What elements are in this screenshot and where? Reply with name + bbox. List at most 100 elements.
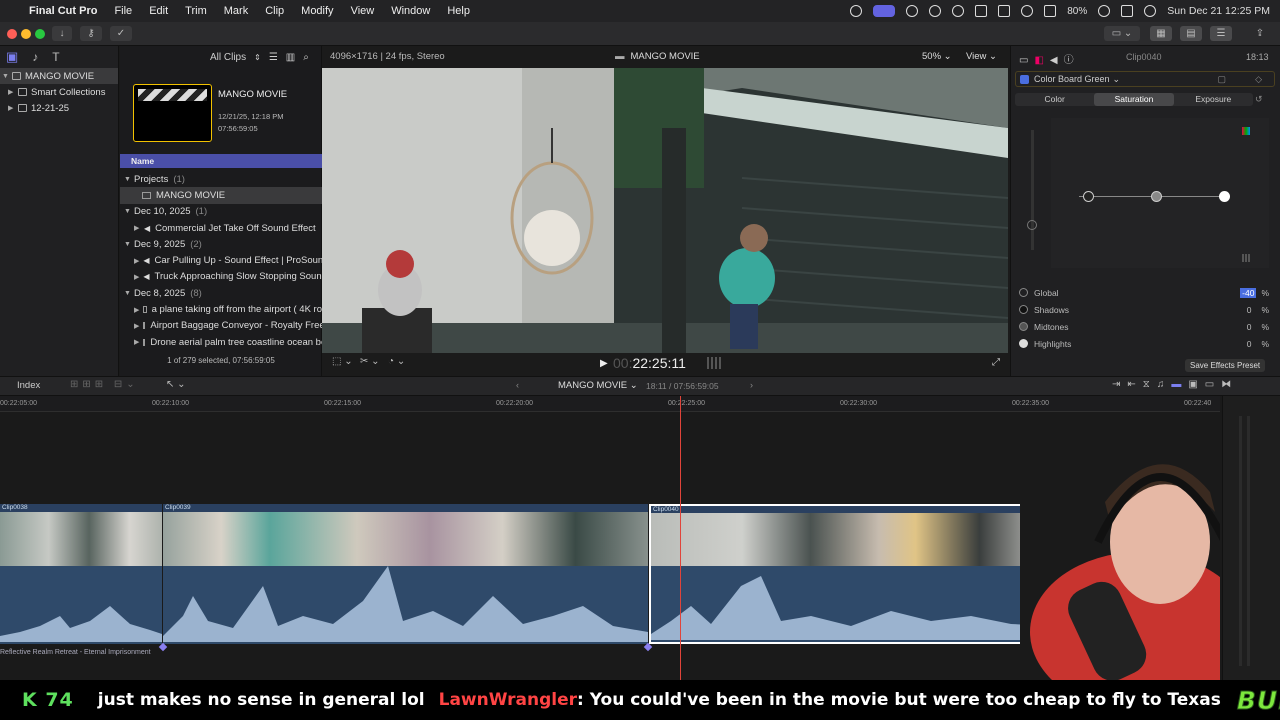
disclosure-closed-icon[interactable]: ▶ (134, 338, 139, 346)
disclosure-closed-icon[interactable]: ▶ (134, 273, 139, 281)
disclosure-open-icon[interactable]: ▼ (2, 73, 9, 80)
zoom-menu[interactable]: 50% ⌄ (922, 51, 952, 62)
index-button[interactable]: Index (17, 380, 40, 391)
midtones-value-field[interactable]: 0 (1247, 322, 1252, 332)
clip-filter-menu[interactable]: All Clips (210, 52, 246, 63)
back-arrow-icon[interactable]: ‹ (516, 380, 519, 390)
list-item[interactable]: ▶ ◀ Truck Approaching Slow Stopping Soun… (120, 269, 322, 285)
audio-clip-label[interactable]: Reflective Realm Retreat - Eternal Impri… (0, 649, 151, 656)
zoom-window-button[interactable] (35, 29, 45, 39)
group-dec-9[interactable]: ▼ Dec 9, 2025 (2) (120, 236, 322, 252)
disclosure-closed-icon[interactable]: ▶ (134, 306, 139, 314)
list-item[interactable]: ▶ Drone aerial palm tree coastline ocean… (120, 334, 322, 350)
disclosure-open-icon[interactable]: ▼ (124, 241, 131, 248)
libraries-icon[interactable]: ▣ (6, 49, 18, 65)
select-tool-icon[interactable]: ↖ ⌄ (166, 379, 186, 390)
share-icon[interactable]: ⇪ (1250, 26, 1270, 41)
menu-app-name[interactable]: Final Cut Pro (29, 5, 97, 17)
show-timeline-icon[interactable]: ▤ (1180, 26, 1202, 41)
tab-color[interactable]: Color (1015, 93, 1094, 106)
audio-skimming-icon[interactable]: ♫ (1157, 379, 1172, 390)
control-center-icon[interactable] (1121, 5, 1134, 17)
disclosure-open-icon[interactable]: ▼ (124, 208, 131, 215)
clip-appearance-icon[interactable]: ▣ (1188, 379, 1204, 390)
creative-cloud-icon[interactable] (906, 5, 919, 17)
enhance-tool-icon[interactable]: ✂ ⌄ (360, 356, 380, 367)
forward-arrow-icon[interactable]: › (750, 380, 753, 390)
sidebar-item-smart-collections[interactable]: ▶ Smart Collections (0, 84, 118, 100)
menu-view[interactable]: View (351, 5, 375, 17)
timeline-ruler[interactable]: 00:22:05:00 00:22:10:00 00:22:15:00 00:2… (0, 396, 1220, 412)
close-window-button[interactable] (7, 29, 17, 39)
effects-browser-icon[interactable]: ▭ (1205, 379, 1221, 390)
transform-tool-icon[interactable]: ⬚ ⌄ (332, 356, 353, 367)
midtones-puck[interactable] (1151, 191, 1162, 202)
menu-file[interactable]: File (114, 5, 132, 17)
filmstrip-icon[interactable]: ▥ (286, 52, 295, 63)
shadows-puck[interactable] (1083, 191, 1094, 202)
tab-exposure[interactable]: Exposure (1174, 93, 1253, 106)
list-item[interactable]: ▶ ◀ Commercial Jet Take Off Sound Effect (120, 220, 322, 236)
background-tasks-icon[interactable]: ✓ (110, 26, 132, 41)
bluetooth-icon[interactable] (1021, 5, 1034, 17)
list-item[interactable]: ▶ Airport Baggage Conveyor - Royalty Fre… (120, 318, 322, 334)
screen-record-icon[interactable] (850, 5, 863, 17)
menu-edit[interactable]: Edit (149, 5, 168, 17)
photos-audio-icon[interactable]: ♪ (32, 50, 38, 64)
view-options-menu[interactable]: View ⌄ (966, 51, 997, 62)
spotlight-search-icon[interactable] (1098, 5, 1111, 17)
play-button[interactable]: ▶ (600, 358, 608, 369)
list-item[interactable]: ▶ ◀ Car Pulling Up - Sound Effect | ProS… (120, 252, 322, 268)
disclosure-open-icon[interactable]: ▼ (124, 176, 131, 183)
search-icon[interactable]: ⌕ (303, 52, 309, 63)
fullscreen-icon[interactable]: ⤢ (992, 357, 1000, 368)
play-status-icon[interactable] (952, 5, 965, 17)
filter-chevron-icon[interactable]: ⇕ (254, 53, 261, 62)
volume-icon[interactable] (975, 5, 988, 17)
color-inspector-icon[interactable]: ◧ (1034, 55, 1049, 66)
save-effects-preset-button[interactable]: Save Effects Preset (1185, 359, 1266, 372)
import-icon[interactable]: ↓ (52, 26, 72, 41)
video-inspector-icon[interactable]: ▭ (1019, 55, 1034, 66)
clip-appearance-icon[interactable]: ☰ (269, 52, 278, 63)
audio-inspector-icon[interactable]: ◀ (1050, 55, 1064, 66)
info-inspector-icon[interactable]: ⓘ (1064, 55, 1080, 66)
wifi-icon[interactable] (1044, 5, 1057, 17)
menu-clip[interactable]: Clip (265, 5, 284, 17)
titles-generators-icon[interactable]: T (52, 50, 59, 64)
keyword-icon[interactable]: ⚷ (80, 26, 102, 41)
menu-modify[interactable]: Modify (301, 5, 333, 17)
disclosure-closed-icon[interactable]: ▶ (134, 224, 140, 232)
globe-icon[interactable] (929, 5, 942, 17)
zoom-icon[interactable]: ⇤ (1127, 379, 1142, 390)
disclosure-open-icon[interactable]: ▼ (124, 290, 131, 297)
highlights-puck[interactable] (1219, 191, 1230, 202)
retime-tool-icon[interactable]: ◔ ⌄ (388, 356, 405, 367)
menu-mark[interactable]: Mark (224, 5, 248, 17)
reset-icon[interactable]: ↺ (1255, 94, 1263, 105)
global-value-field[interactable]: -40 (1240, 287, 1257, 298)
timeline-project-menu[interactable]: MANGO MOVIE ⌄ (558, 380, 638, 391)
keyframe-icon[interactable]: ◇ (1255, 74, 1262, 85)
menu-help[interactable]: Help (447, 5, 470, 17)
tab-saturation[interactable]: Saturation (1094, 93, 1174, 106)
menu-trim[interactable]: Trim (185, 5, 207, 17)
solo-icon[interactable]: ▬ (1171, 379, 1188, 390)
show-browser-icon[interactable]: ▦ (1150, 26, 1172, 41)
playhead[interactable] (680, 396, 681, 680)
group-dec-10[interactable]: ▼ Dec 10, 2025 (1) (120, 204, 322, 220)
menu-clock[interactable]: Sun Dec 21 12:25 PM (1167, 5, 1270, 17)
show-inspector-icon[interactable]: ☰ (1210, 26, 1232, 41)
effect-enabled-checkbox[interactable] (1020, 74, 1029, 84)
siri-icon[interactable] (1144, 5, 1157, 17)
workspace-menu-icon[interactable]: ▭ ⌄ (1104, 26, 1140, 41)
disclosure-closed-icon[interactable]: ▶ (134, 322, 139, 330)
global-slider-puck[interactable] (1027, 220, 1037, 230)
highlights-value-field[interactable]: 0 (1247, 339, 1252, 349)
column-header-name[interactable]: Name (120, 154, 322, 168)
global-saturation-slider[interactable] (1031, 130, 1034, 250)
saturation-board[interactable] (1051, 118, 1269, 268)
group-projects[interactable]: ▼ Projects (1) (120, 171, 322, 187)
sidebar-item-event[interactable]: ▶ 12-21-25 (0, 100, 118, 116)
edit-buttons[interactable]: ⊞⊞⊞ ⊟⌄ (70, 379, 139, 390)
